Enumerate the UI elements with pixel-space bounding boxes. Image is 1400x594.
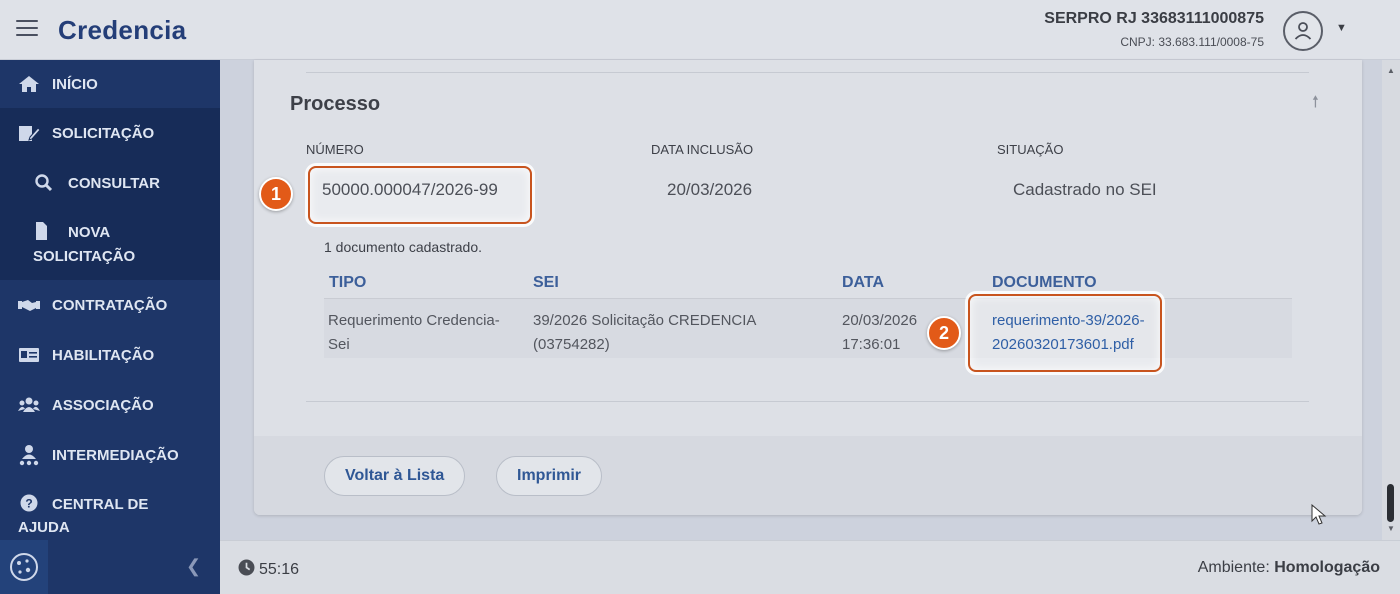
sidebar-item-central-de-ajuda[interactable]: ? CENTRAL DE AJUDA — [0, 480, 220, 540]
sidebar-item-habilitacao[interactable]: HABILITAÇÃO — [0, 330, 220, 380]
clock-icon — [238, 559, 255, 576]
sidebar: INÍCIO SOLICITAÇÃO CONSULTAR NOVA SOLICI… — [0, 60, 220, 540]
edit-document-icon — [19, 126, 40, 141]
cookie-settings-button[interactable] — [0, 540, 48, 594]
environment-label: Ambiente: Homologação — [1198, 559, 1380, 577]
table-header-tipo: TIPO — [329, 274, 367, 291]
handshake-icon — [18, 300, 40, 311]
sidebar-item-inicio[interactable]: INÍCIO — [0, 60, 220, 108]
sidebar-item-label: INTERMEDIAÇÃO — [52, 447, 179, 464]
main-content: Processo 🠕 NÚMERO DATA INCLUSÃO SITUAÇÃO… — [220, 60, 1400, 540]
situacao-value: Cadastrado no SEI — [1013, 180, 1157, 199]
sidebar-item-label: CONTRATAÇÃO — [52, 297, 168, 314]
situacao-header: SITUAÇÃO — [997, 142, 1064, 157]
divider — [306, 72, 1309, 73]
cell-text: 39/2026 Solicitação CREDENCIA — [533, 312, 757, 329]
cell-text: (03754282) — [533, 336, 610, 353]
chevron-left-icon[interactable]: ❮ — [186, 556, 201, 577]
app-logo[interactable]: Credencia — [58, 15, 186, 46]
search-icon — [35, 174, 53, 192]
sidebar-item-label: AJUDA — [18, 519, 70, 536]
sidebar-item-solicitacao[interactable]: SOLICITAÇÃO — [0, 108, 220, 158]
document-link-text[interactable]: requerimento-39/2026- — [992, 309, 1145, 333]
sidebar-item-label: NOVA — [68, 224, 111, 241]
top-header: Credencia SERPRO RJ 33683111000875 CNPJ:… — [0, 0, 1400, 60]
cell-sei: 39/2026 Solicitação CREDENCIA (03754282) — [533, 309, 756, 357]
cell-text: Requerimento Credencia- — [328, 312, 500, 329]
sidebar-item-label: SOLICITAÇÃO — [33, 248, 136, 265]
home-icon — [19, 76, 39, 92]
question-circle-icon: ? — [20, 494, 38, 512]
svg-text:?: ? — [25, 497, 32, 511]
id-card-icon — [19, 348, 39, 362]
timer-value: 55:16 — [259, 561, 300, 578]
chevron-down-icon[interactable]: ▼ — [1336, 22, 1347, 34]
session-timer: 55:16 — [238, 559, 299, 579]
mouse-cursor-icon — [1311, 504, 1327, 525]
sidebar-item-nova-solicitacao[interactable]: NOVA SOLICITAÇÃO — [0, 208, 220, 280]
users-icon — [18, 397, 40, 412]
environment-prefix: Ambiente: — [1197, 559, 1275, 576]
arrow-up-icon[interactable]: 🠕 — [1312, 91, 1319, 118]
scroll-down-icon[interactable]: ▼ — [1387, 524, 1395, 533]
file-icon — [36, 222, 47, 240]
table-header-documento: DOCUMENTO — [992, 274, 1097, 291]
organization-name: SERPRO RJ 33683111000875 — [1044, 10, 1264, 27]
sidebar-item-label: ASSOCIAÇÃO — [52, 397, 154, 414]
sidebar-item-label: INÍCIO — [52, 76, 98, 93]
cell-text: 17:36:01 — [842, 336, 901, 353]
menu-icon[interactable] — [16, 20, 38, 38]
organization-info: SERPRO RJ 33683111000875 CNPJ: 33.683.11… — [1044, 10, 1264, 49]
person-network-icon — [19, 445, 39, 466]
scrollbar-thumb[interactable] — [1387, 484, 1394, 522]
sidebar-item-label: CENTRAL DE — [52, 496, 149, 513]
annotation-badge-1: 1 — [259, 177, 293, 211]
document-link[interactable]: requerimento-39/2026- 20260320173601.pdf — [992, 309, 1145, 357]
user-avatar-icon[interactable] — [1283, 11, 1323, 51]
cookie-icon — [10, 553, 38, 581]
back-to-list-button[interactable]: Voltar à Lista — [324, 456, 466, 496]
environment-value: Homologação — [1274, 559, 1380, 576]
scroll-up-icon[interactable]: ▲ — [1387, 66, 1395, 75]
sidebar-item-label: HABILITAÇÃO — [52, 347, 155, 364]
process-number[interactable]: 50000.000047/2026-99 — [322, 180, 498, 200]
divider — [306, 401, 1309, 402]
action-bar: Voltar à Lista Imprimir — [254, 436, 1362, 515]
data-inclusao-value: 20/03/2026 — [667, 180, 753, 199]
scrollbar[interactable]: ▲ ▼ — [1382, 60, 1400, 540]
cell-tipo: Requerimento Credencia- Sei — [328, 309, 500, 357]
sidebar-item-label: SOLICITAÇÃO — [52, 125, 155, 142]
sidebar-item-label: CONSULTAR — [68, 175, 160, 192]
sidebar-item-contratacao[interactable]: CONTRATAÇÃO — [0, 280, 220, 330]
cell-data: 20/03/2026 17:36:01 — [842, 309, 917, 357]
document-count: 1 documento cadastrado. — [324, 239, 482, 255]
processo-card: Processo 🠕 NÚMERO DATA INCLUSÃO SITUAÇÃO… — [254, 60, 1362, 515]
cell-text: 20/03/2026 — [842, 312, 918, 329]
document-link-text[interactable]: 20260320173601.pdf — [992, 333, 1145, 357]
sidebar-item-consultar[interactable]: CONSULTAR — [0, 158, 220, 208]
data-inclusao-header: DATA INCLUSÃO — [651, 142, 754, 157]
numero-header: NÚMERO — [306, 142, 364, 157]
table-header-sei: SEI — [533, 274, 559, 291]
page-title: Processo — [290, 93, 381, 115]
print-button[interactable]: Imprimir — [496, 456, 603, 496]
annotation-badge-2: 2 — [927, 316, 961, 350]
status-footer: 55:16 Ambiente: Homologação — [220, 540, 1400, 594]
sidebar-item-associacao[interactable]: ASSOCIAÇÃO — [0, 380, 220, 430]
sidebar-footer: ❮ — [0, 540, 220, 594]
organization-cnpj: CNPJ: 33.683.111/0008-75 — [1120, 35, 1264, 49]
sidebar-item-intermediacao[interactable]: INTERMEDIAÇÃO — [0, 430, 220, 480]
table-header-data: DATA — [842, 274, 885, 291]
cell-text: Sei — [328, 336, 350, 353]
